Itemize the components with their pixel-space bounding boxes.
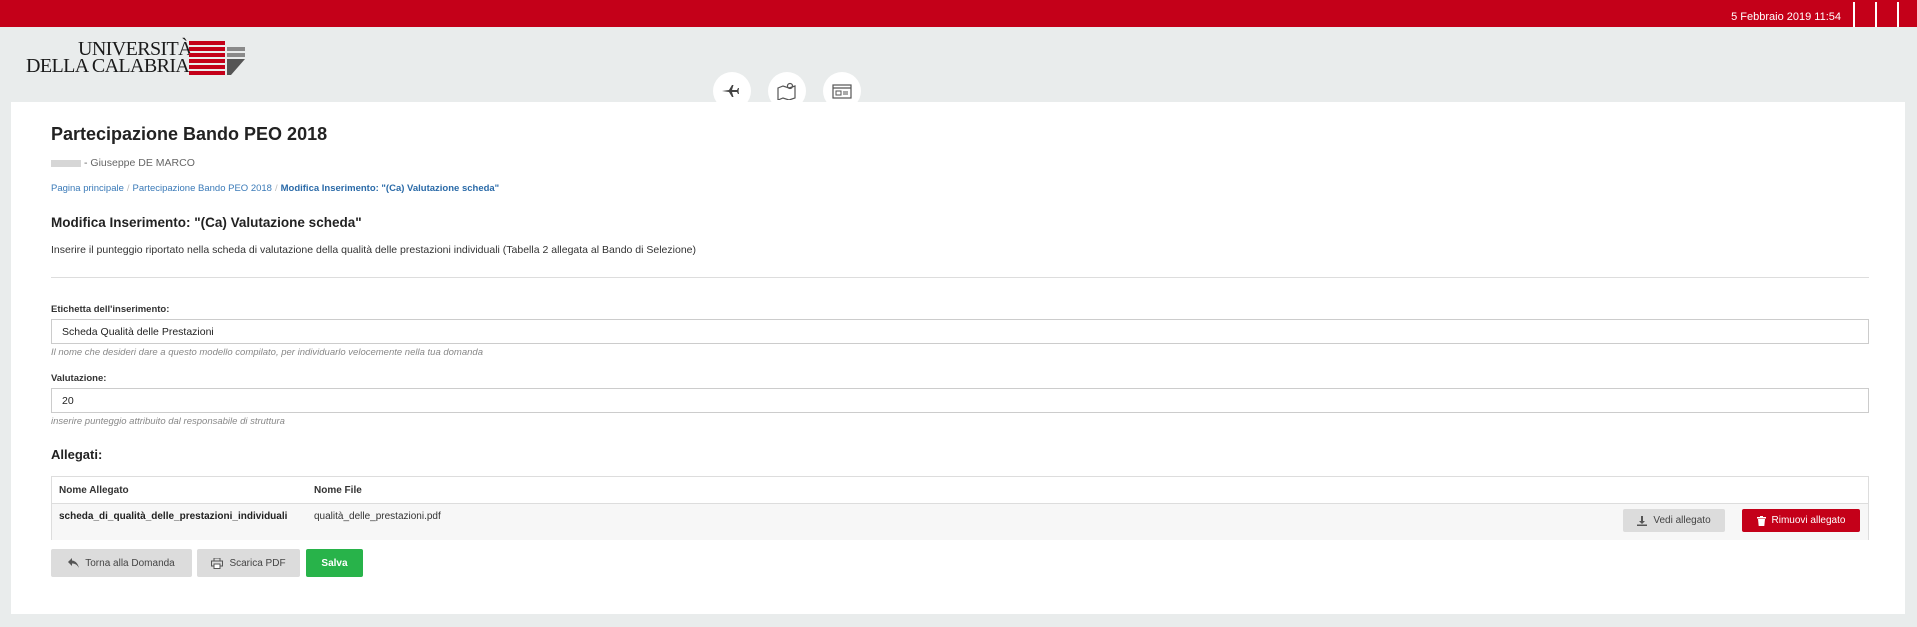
valutazione-label: Valutazione:: [51, 373, 107, 384]
back-button[interactable]: Torna alla Domanda: [51, 549, 192, 577]
university-logo[interactable]: UNIVERSITÀ DELLA CALABRIA: [26, 38, 256, 80]
label-field-label: Etichetta dell'inserimento:: [51, 304, 170, 315]
download-pdf-label: Scarica PDF: [229, 557, 286, 569]
topbar-button-2[interactable]: [1875, 2, 1895, 27]
valutazione-input[interactable]: [51, 388, 1869, 413]
current-date: 5 Febbraio 2019 11:54: [1731, 11, 1841, 23]
top-bar: 5 Febbraio 2019 11:54: [0, 0, 1917, 27]
breadcrumb-bando[interactable]: Partecipazione Bando PEO 2018: [133, 183, 272, 194]
view-attachment-label: Vedi allegato: [1653, 515, 1711, 526]
page-title: Partecipazione Bando PEO 2018: [51, 124, 328, 144]
valutazione-help: inserire punteggio attribuito dal respon…: [51, 416, 285, 427]
user-line: - Giuseppe DE MARCO: [51, 157, 195, 169]
table-header: Nome Allegato Nome File: [52, 477, 1868, 504]
save-button[interactable]: Salva: [306, 549, 363, 577]
breadcrumb-current: Modifica Inserimento: "(Ca) Valutazione …: [280, 183, 500, 194]
form-description: Inserire il punteggio riportato nella sc…: [51, 244, 696, 256]
trash-icon: [1756, 515, 1766, 526]
attachments-title: Allegati:: [51, 447, 103, 462]
attachment-name: scheda_di_qualità_delle_prestazioni_indi…: [59, 511, 288, 522]
form-title: Modifica Inserimento: "(Ca) Valutazione …: [51, 215, 362, 230]
user-name: - Giuseppe DE MARCO: [84, 157, 195, 169]
back-label: Torna alla Domanda: [85, 557, 175, 569]
reply-icon: [68, 558, 80, 568]
logo-line-2: DELLA CALABRIA: [26, 55, 190, 77]
view-attachment-button[interactable]: Vedi allegato: [1623, 509, 1725, 532]
column-header-name: Nome Allegato: [59, 485, 129, 496]
label-help: Il nome che desideri dare a questo model…: [51, 347, 483, 358]
topbar-button-3[interactable]: [1897, 2, 1917, 27]
breadcrumb-home[interactable]: Pagina principale: [51, 183, 124, 194]
download-icon: [1637, 515, 1648, 526]
column-header-file: Nome File: [314, 485, 362, 496]
save-label: Salva: [321, 557, 348, 569]
remove-attachment-button[interactable]: Rimuovi allegato: [1742, 509, 1860, 532]
print-icon: [211, 557, 224, 569]
table-row: scheda_di_qualità_delle_prestazioni_indi…: [52, 504, 1868, 540]
logo-stripes-icon: [189, 41, 245, 75]
remove-attachment-label: Rimuovi allegato: [1771, 515, 1846, 526]
user-id-blurred: [51, 159, 81, 167]
download-pdf-button[interactable]: Scarica PDF: [197, 549, 300, 577]
breadcrumb: Pagina principale / Partecipazione Bando P…: [51, 183, 500, 194]
attachment-file: qualità_delle_prestazioni.pdf: [314, 511, 441, 522]
attachments-table: Nome Allegato Nome File scheda_di_qualit…: [51, 476, 1869, 540]
divider: [51, 277, 1869, 278]
main-card: Partecipazione Bando PEO 2018 - Giuseppe…: [11, 102, 1905, 614]
label-input[interactable]: [51, 319, 1869, 344]
topbar-button-1[interactable]: [1853, 2, 1873, 27]
